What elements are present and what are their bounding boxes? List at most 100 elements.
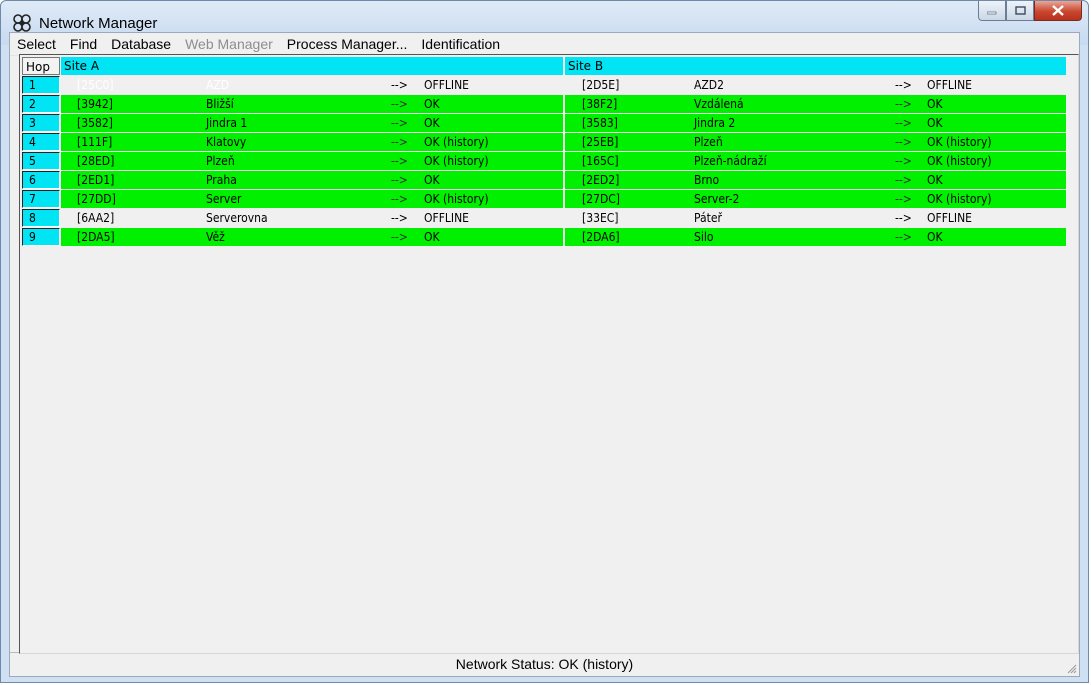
hop-grid[interactable]: Hop Site A Site B 1 [25C0] AZD --> OFFLINE [2… — [19, 54, 1079, 654]
site-b-name: Brno — [694, 173, 720, 187]
site-a-status: OK — [424, 97, 440, 111]
site-a-status: OK — [424, 116, 440, 130]
table-row[interactable]: 4 [111F] Klatovy --> OK (history) [25EB] Plzeň… — [22, 133, 1066, 151]
menu-database[interactable]: Database — [104, 36, 178, 52]
hop-cell[interactable]: 8 — [22, 209, 60, 227]
site-a-cell[interactable]: [6AA2] Serverovna --> OFFLINE — [61, 209, 563, 227]
hop-cell[interactable]: 9 — [22, 228, 60, 246]
site-b-name: Silo — [694, 230, 714, 244]
table-row[interactable]: 6 [2ED1] Praha --> OK [2ED2] Brno --> OK — [22, 171, 1066, 189]
site-b-arrow: --> — [895, 116, 912, 130]
site-a-status: OFFLINE — [424, 78, 470, 92]
site-a-code: [28ED] — [77, 154, 115, 168]
hop-cell[interactable]: 6 — [22, 171, 60, 189]
site-a-cell[interactable]: [111F] Klatovy --> OK (history) — [61, 133, 563, 151]
grid-header: Hop Site A Site B — [22, 57, 1066, 75]
site-a-code: [2DA5] — [77, 230, 115, 244]
hop-cell[interactable]: 1 — [22, 76, 60, 94]
site-b-cell[interactable]: [165C] Plzeň-nádraží --> OK (history) — [565, 152, 1066, 170]
site-b-name: Vzdálená — [694, 97, 744, 111]
site-b-arrow: --> — [895, 154, 912, 168]
site-a-cell[interactable]: [3942] Bližší --> OK — [61, 95, 563, 113]
table-row[interactable]: 2 [3942] Bližší --> OK [38F2] Vzdálená --> OK — [22, 95, 1066, 113]
site-a-status: OK (history) — [424, 154, 489, 168]
site-a-name: Jindra 1 — [206, 116, 248, 130]
table-row[interactable]: 3 [3582] Jindra 1 --> OK [3583] Jindra 2 --> OK — [22, 114, 1066, 132]
status-bar: Network Status: OK (history) — [10, 652, 1079, 676]
site-a-name: Bližší — [206, 97, 234, 111]
minimize-icon — [987, 11, 997, 14]
site-a-name: Serverovna — [206, 211, 268, 225]
site-a-code: [111F] — [77, 135, 113, 149]
site-b-name: Server-2 — [694, 192, 740, 206]
site-b-status: OK (history) — [927, 192, 992, 206]
site-b-cell[interactable]: [25EB] Plzeň --> OK (history) — [565, 133, 1066, 151]
site-a-code: [3942] — [77, 97, 113, 111]
site-b-code: [2DA6] — [582, 230, 620, 244]
site-a-arrow: --> — [391, 173, 408, 187]
site-b-cell[interactable]: [2ED2] Brno --> OK — [565, 171, 1066, 189]
site-a-cell[interactable]: [2ED1] Praha --> OK — [61, 171, 563, 189]
site-b-code: [3583] — [582, 116, 618, 130]
site-a-code: [25C0] — [77, 78, 114, 92]
column-header-site-a[interactable]: Site A — [61, 57, 563, 75]
hop-cell[interactable]: 3 — [22, 114, 60, 132]
site-a-cell[interactable]: [28ED] Plzeň --> OK (history) — [61, 152, 563, 170]
site-a-arrow: --> — [391, 230, 408, 244]
column-header-site-b[interactable]: Site B — [565, 57, 1066, 75]
site-b-name: Páteř — [694, 211, 722, 225]
site-a-name: Praha — [206, 173, 237, 187]
site-b-cell[interactable]: [27DC] Server-2 --> OK (history) — [565, 190, 1066, 208]
site-b-cell[interactable]: [2D5E] AZD2 --> OFFLINE — [565, 76, 1066, 94]
site-b-code: [38F2] — [582, 97, 618, 111]
menu-identification[interactable]: Identification — [414, 36, 507, 52]
site-b-arrow: --> — [895, 192, 912, 206]
table-row[interactable]: 8 [6AA2] Serverovna --> OFFLINE [33EC] Páteř --… — [22, 209, 1066, 227]
site-a-cell[interactable]: [3582] Jindra 1 --> OK — [61, 114, 563, 132]
maximize-button[interactable] — [1006, 1, 1034, 21]
minimize-button[interactable] — [978, 1, 1006, 21]
menu-find[interactable]: Find — [63, 36, 104, 52]
menu-select[interactable]: Select — [10, 36, 63, 52]
close-button[interactable] — [1034, 1, 1082, 21]
close-icon — [1052, 5, 1064, 16]
network-icon[interactable] — [13, 14, 31, 32]
site-a-cell[interactable]: [25C0] AZD --> OFFLINE — [61, 76, 563, 94]
grid-rows: 1 [25C0] AZD --> OFFLINE [2D5E] AZD2 --> OFFLINE… — [22, 76, 1066, 247]
site-b-cell[interactable]: [38F2] Vzdálená --> OK — [565, 95, 1066, 113]
site-a-code: [27DD] — [77, 192, 116, 206]
site-a-arrow: --> — [391, 116, 408, 130]
hop-cell[interactable]: 5 — [22, 152, 60, 170]
site-a-arrow: --> — [391, 192, 408, 206]
hop-cell[interactable]: 7 — [22, 190, 60, 208]
window-title: Network Manager — [39, 15, 158, 32]
hop-cell[interactable]: 2 — [22, 95, 60, 113]
site-b-status: OFFLINE — [927, 78, 973, 92]
site-a-code: [3582] — [77, 116, 113, 130]
site-a-status: OK — [424, 173, 440, 187]
site-a-status: OK (history) — [424, 192, 489, 206]
table-row[interactable]: 5 [28ED] Plzeň --> OK (history) [165C] Plzeň-n… — [22, 152, 1066, 170]
site-a-code: [2ED1] — [77, 173, 115, 187]
site-a-cell[interactable]: [27DD] Server --> OK (history) — [61, 190, 563, 208]
menu-process-manager[interactable]: Process Manager... — [280, 36, 415, 52]
menu-bar: Select Find Database Web Manager Process… — [10, 33, 1079, 56]
site-b-cell[interactable]: [33EC] Páteř --> OFFLINE — [565, 209, 1066, 227]
table-row[interactable]: 7 [27DD] Server --> OK (history) [27DC] Server… — [22, 190, 1066, 208]
site-b-name: Plzeň-nádraží — [694, 154, 767, 168]
site-b-arrow: --> — [895, 135, 912, 149]
site-a-cell[interactable]: [2DA5] Věž --> OK — [61, 228, 563, 246]
hop-cell[interactable]: 4 — [22, 133, 60, 151]
site-b-arrow: --> — [895, 97, 912, 111]
column-header-hop[interactable]: Hop — [22, 57, 60, 75]
network-status: Network Status: OK (history) — [455, 656, 634, 672]
table-row[interactable]: 1 [25C0] AZD --> OFFLINE [2D5E] AZD2 --> OFFLINE — [22, 76, 1066, 94]
site-b-arrow: --> — [895, 211, 912, 225]
site-b-name: Plzeň — [694, 135, 723, 149]
site-b-cell[interactable]: [3583] Jindra 2 --> OK — [565, 114, 1066, 132]
resize-grip-icon[interactable] — [1065, 662, 1077, 674]
site-b-cell[interactable]: [2DA6] Silo --> OK — [565, 228, 1066, 246]
app-window: Network Manager Select Find Database Web… — [0, 0, 1089, 683]
site-b-status: OK — [927, 116, 943, 130]
table-row[interactable]: 9 [2DA5] Věž --> OK [2DA6] Silo --> OK — [22, 228, 1066, 246]
